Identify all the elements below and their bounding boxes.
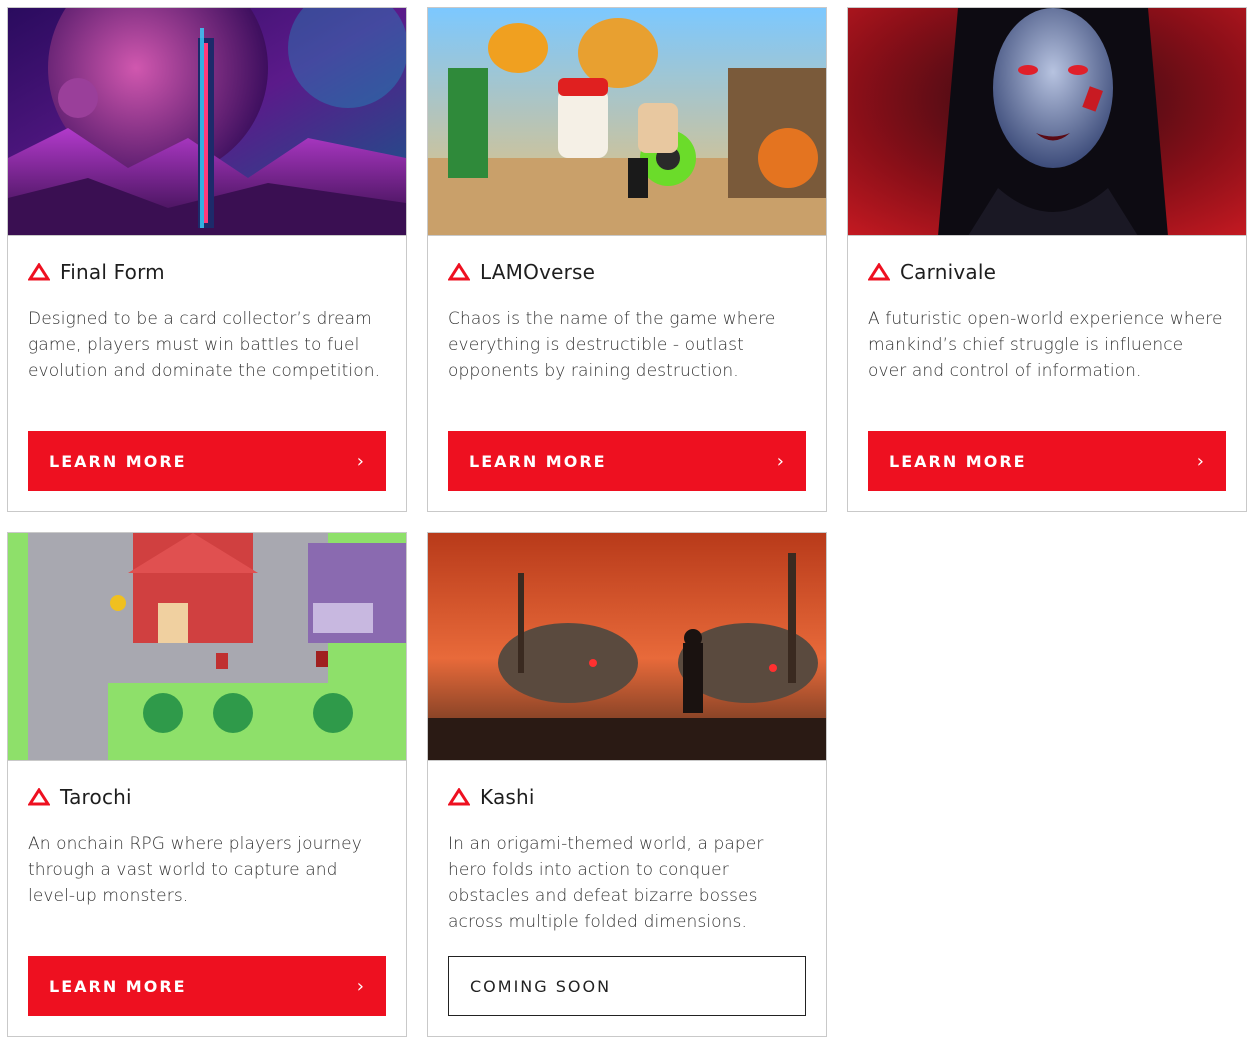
game-thumbnail-kashi[interactable] [428, 533, 826, 761]
button-label: COMING SOON [470, 976, 612, 996]
game-thumbnail-final-form[interactable] [8, 8, 406, 236]
game-title: Final Form [60, 260, 165, 284]
game-description: An onchain RPG where players journey thr… [28, 834, 362, 906]
game-title: LAMOverse [480, 260, 596, 284]
game-card-lamoverse: LAMOverse Chaos is the name of the game … [427, 7, 827, 512]
game-thumbnail-lamoverse[interactable] [428, 8, 826, 236]
game-title: Carnivale [900, 260, 997, 284]
game-thumbnail-tarochi[interactable] [8, 533, 406, 761]
game-thumbnail-carnivale[interactable] [848, 8, 1246, 236]
game-description: In an origami-themed world, a paper hero… [448, 834, 764, 932]
coming-soon-button[interactable]: COMING SOON [448, 956, 806, 1016]
game-description: Chaos is the name of the game where ever… [448, 309, 776, 381]
button-label: LEARN MORE [469, 451, 607, 471]
brand-triangle-icon [28, 788, 50, 806]
game-card-kashi: Kashi In an origami-themed world, a pape… [427, 532, 827, 1037]
learn-more-button[interactable]: LEARN MORE › [28, 956, 386, 1016]
learn-more-button[interactable]: LEARN MORE › [448, 431, 806, 491]
chevron-right-icon: › [776, 450, 784, 472]
game-title: Kashi [480, 785, 535, 809]
brand-triangle-icon [28, 263, 50, 281]
learn-more-button[interactable]: LEARN MORE › [868, 431, 1226, 491]
chevron-right-icon: › [356, 975, 364, 997]
brand-triangle-icon [448, 788, 470, 806]
button-label: LEARN MORE [49, 976, 187, 996]
game-title: Tarochi [60, 785, 132, 809]
chevron-right-icon: › [356, 450, 364, 472]
button-label: LEARN MORE [889, 451, 1027, 471]
game-description: A futuristic open-world experience where… [868, 309, 1223, 381]
game-card-carnivale: Carnivale A futuristic open-world experi… [847, 7, 1247, 512]
game-card-final-form: Final Form Designed to be a card collect… [7, 7, 407, 512]
learn-more-button[interactable]: LEARN MORE › [28, 431, 386, 491]
button-label: LEARN MORE [49, 451, 187, 471]
brand-triangle-icon [868, 263, 890, 281]
chevron-right-icon: › [1196, 450, 1204, 472]
brand-triangle-icon [448, 263, 470, 281]
game-description: Designed to be a card collector’s dream … [28, 309, 381, 381]
game-card-tarochi: Tarochi An onchain RPG where players jou… [7, 532, 407, 1037]
